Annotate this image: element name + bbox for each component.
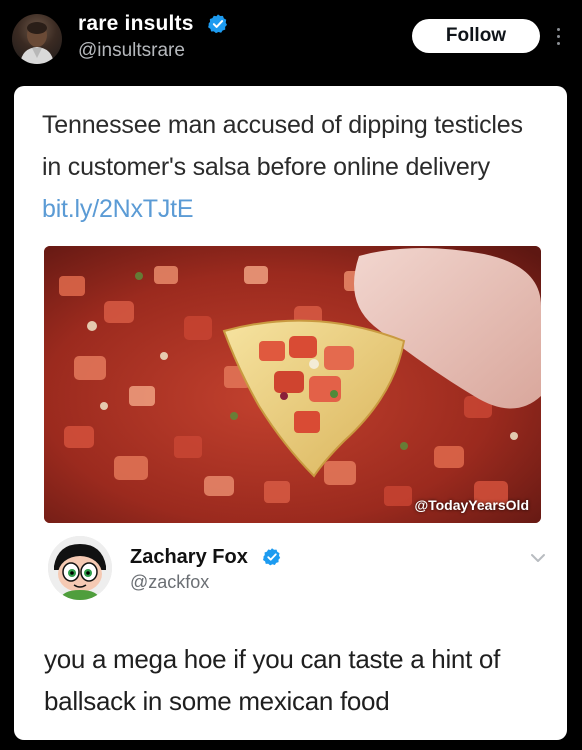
verified-badge-icon [208,14,227,34]
author-handle[interactable]: @insultsrare [78,40,185,62]
cartoon-avatar-icon [48,536,112,600]
more-dot [556,35,560,38]
news-headline: Tennessee man accused of dipping testicl… [42,104,542,230]
reply-text: you a mega hoe if you can taste a hint o… [44,644,501,716]
tweet-screen: rare insults @insultsrare Follow Tenness… [0,0,582,750]
user-photo-icon [20,22,54,64]
photo-watermark: @TodayYearsOld [414,497,529,513]
salsa-photo-graphic [44,246,541,523]
headline-text: Tennessee man accused of dipping testicl… [42,111,523,181]
chevron-down-icon[interactable] [530,552,546,564]
reply-author-name[interactable]: Zachary Fox [130,546,248,569]
reply-author-avatar[interactable] [48,536,112,600]
more-options-icon[interactable] [552,24,564,50]
reply-author-handle[interactable]: @zackfox [130,572,209,593]
author-avatar[interactable] [12,14,62,64]
headline-link[interactable]: bit.ly/2NxTJtE [42,195,194,223]
follow-button[interactable]: Follow [412,19,540,53]
more-dot [556,28,560,31]
post-header: rare insults @insultsrare Follow [0,0,582,84]
author-name[interactable]: rare insults [78,12,194,36]
screenshot-card[interactable]: Tennessee man accused of dipping testicl… [14,86,567,740]
verified-badge-icon [263,548,281,566]
salsa-chip-photo[interactable]: @TodayYearsOld [44,246,541,523]
more-dot [556,42,560,45]
